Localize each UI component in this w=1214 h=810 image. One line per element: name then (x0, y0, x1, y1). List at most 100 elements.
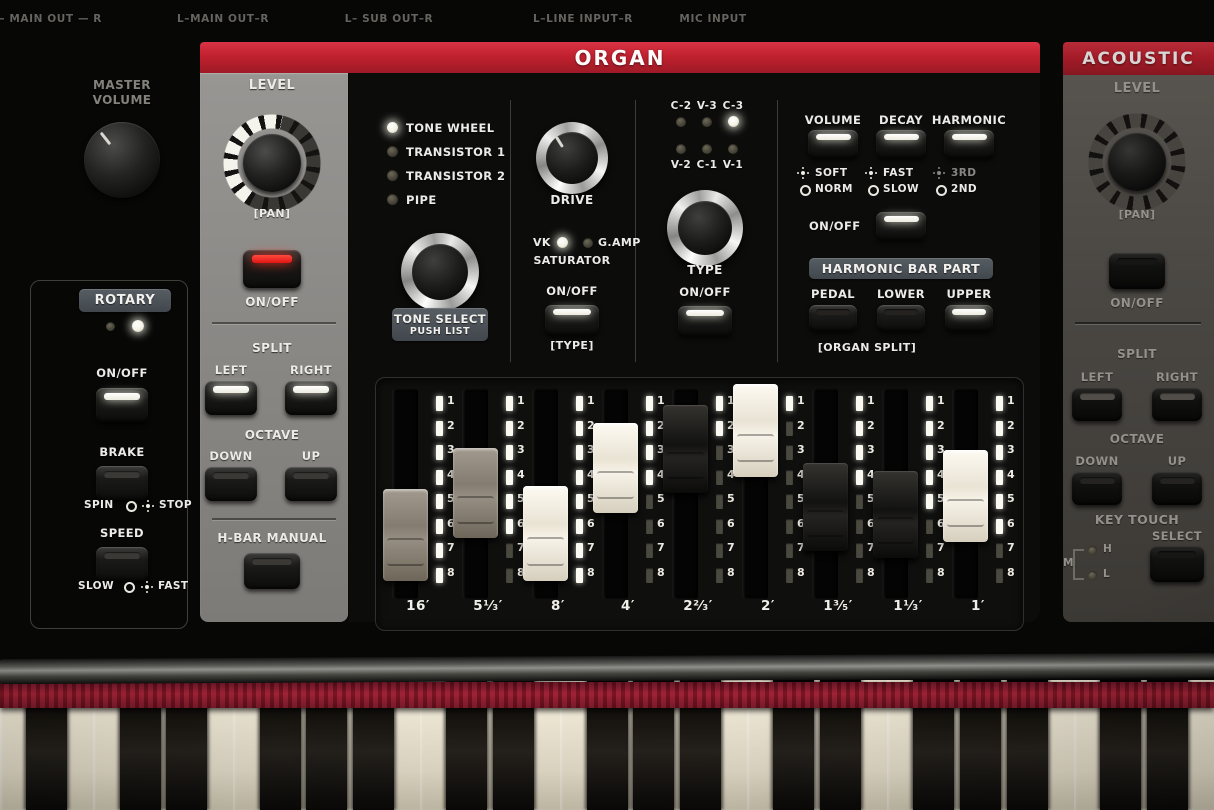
drawbar-footage-label: 4′ (590, 598, 666, 614)
drawbar-led (436, 494, 443, 509)
drawbar-led (436, 568, 443, 583)
drawbar-led (856, 543, 863, 558)
drawbar-handle-1[interactable] (453, 448, 498, 538)
third-led-legend (937, 171, 941, 175)
drawbar-led-number: 7 (727, 541, 735, 554)
master-volume-label-2: VOLUME (93, 93, 152, 107)
pedal-button[interactable] (809, 305, 857, 331)
drawbar-led (716, 519, 723, 534)
drawbar-led (856, 494, 863, 509)
drawbar-handle-2[interactable] (523, 486, 568, 581)
soft-label: SOFT (815, 167, 847, 179)
overdrive-onoff-button[interactable] (545, 305, 599, 335)
drawbar-led (856, 519, 863, 534)
lower-button[interactable] (877, 305, 925, 331)
acoustic-level-knob[interactable] (1108, 133, 1166, 191)
rotary-led-right (132, 320, 144, 332)
drawbar-led-number: 1 (937, 394, 945, 407)
key-touch-select-button[interactable] (1150, 546, 1204, 582)
tone-wheel-label: TONE WHEEL (406, 121, 494, 135)
acoustic-split-right-button[interactable] (1152, 388, 1202, 421)
drawbar-led-number: 6 (1007, 517, 1015, 530)
slow-led-legend (868, 185, 879, 196)
drawbar-footage-label: 1′ (940, 598, 1016, 614)
drawbar-led-number: 1 (797, 394, 805, 407)
drawbar-handle-4[interactable] (663, 405, 708, 493)
drawbar-led-number: 7 (447, 541, 455, 554)
saturator-label: SATURATOR (533, 254, 610, 267)
drawbar-led (716, 568, 723, 583)
vk-led (557, 237, 568, 248)
pan-hint-label: [PAN] (254, 207, 291, 220)
octave-down-label: DOWN (209, 449, 252, 463)
drawbar-led-number: 3 (517, 443, 525, 456)
drawbar-led (506, 396, 513, 411)
perc-onoff-button[interactable] (876, 212, 926, 240)
drive-knob[interactable] (546, 132, 598, 184)
drawbar-led (996, 470, 1003, 485)
drawbar-handle-7[interactable] (873, 471, 918, 558)
octave-up-button[interactable] (285, 467, 337, 501)
octave-down-button[interactable] (205, 467, 257, 501)
drawbar-handle-3[interactable] (593, 423, 638, 513)
drawbar-led (856, 470, 863, 485)
acoustic-split-label: SPLIT (1117, 347, 1157, 361)
acoustic-octave-down-button[interactable] (1072, 472, 1122, 505)
acoustic-octave-down-label: DOWN (1075, 454, 1118, 468)
acoustic-onoff-button[interactable] (1109, 253, 1165, 289)
upper-button[interactable] (945, 305, 993, 331)
drawbar-led-number: 7 (937, 541, 945, 554)
tone-select-knob[interactable] (412, 244, 468, 300)
acoustic-octave-up-button[interactable] (1152, 472, 1202, 505)
knob-pointer (100, 132, 112, 146)
key-touch-m-label: M (1063, 557, 1074, 569)
drawbar-handle-8[interactable] (943, 450, 988, 542)
perc-volume-label: VOLUME (805, 113, 861, 127)
vibrato-onoff-label: ON/OFF (679, 285, 731, 299)
vibrato-onoff-button[interactable] (678, 306, 732, 336)
acoustic-split-left-label: LEFT (1081, 370, 1113, 384)
key-touch-h-led (1088, 546, 1097, 555)
overdrive-onoff-label: ON/OFF (546, 284, 598, 298)
perc-decay-button[interactable] (876, 130, 926, 158)
drawbar-handle-6[interactable] (803, 463, 848, 551)
organ-level-knob[interactable] (243, 134, 301, 192)
perc-harmonic-button[interactable] (944, 130, 994, 158)
vibrato-type-label: TYPE (687, 263, 722, 277)
hbar-manual-button[interactable] (244, 553, 300, 589)
organ-onoff-button[interactable] (243, 250, 301, 288)
acoustic-panel: LEVEL [PAN] ON/OFF SPLIT LEFT RIGHT OCTA… (1063, 75, 1214, 622)
stop-label: STOP (159, 499, 192, 511)
key-touch-m-bracket (1073, 549, 1084, 580)
perc-volume-button[interactable] (808, 130, 858, 158)
drawbar-handle-0[interactable] (383, 489, 428, 581)
rotary-onoff-button[interactable] (96, 388, 148, 422)
speed-button[interactable] (96, 547, 148, 581)
acoustic-split-left-button[interactable] (1072, 388, 1122, 421)
drawbar-led (996, 445, 1003, 460)
drawbar-led-number: 8 (797, 566, 805, 579)
drawbar-led (646, 421, 653, 436)
divider (635, 100, 636, 362)
drawbar-led-number: 8 (937, 566, 945, 579)
vibrato-type-knob[interactable] (678, 201, 732, 255)
drawbar-led-number: 1 (1007, 394, 1015, 407)
soft-led-legend (801, 171, 805, 175)
drawbar-led (856, 445, 863, 460)
brake-button[interactable] (96, 466, 148, 500)
master-volume-knob[interactable] (84, 122, 160, 198)
drawbar-led (786, 396, 793, 411)
drawbar-led (926, 568, 933, 583)
drawbar-led-number: 2 (447, 419, 455, 432)
drawbar-led (926, 543, 933, 558)
key-touch-l-label: L (1103, 568, 1110, 580)
stop-led-legend (146, 504, 150, 508)
vibrato-v2-label: V-2 (671, 159, 691, 171)
tone-select-pill: TONE SELECT PUSH LIST (392, 308, 488, 341)
drawbar-handle-5[interactable] (733, 384, 778, 477)
split-right-button[interactable] (285, 381, 337, 415)
drawbar-led (646, 470, 653, 485)
jack-label-mic-input: MIC INPUT (679, 13, 746, 25)
split-left-button[interactable] (205, 381, 257, 415)
third-label: 3RD (951, 167, 976, 179)
